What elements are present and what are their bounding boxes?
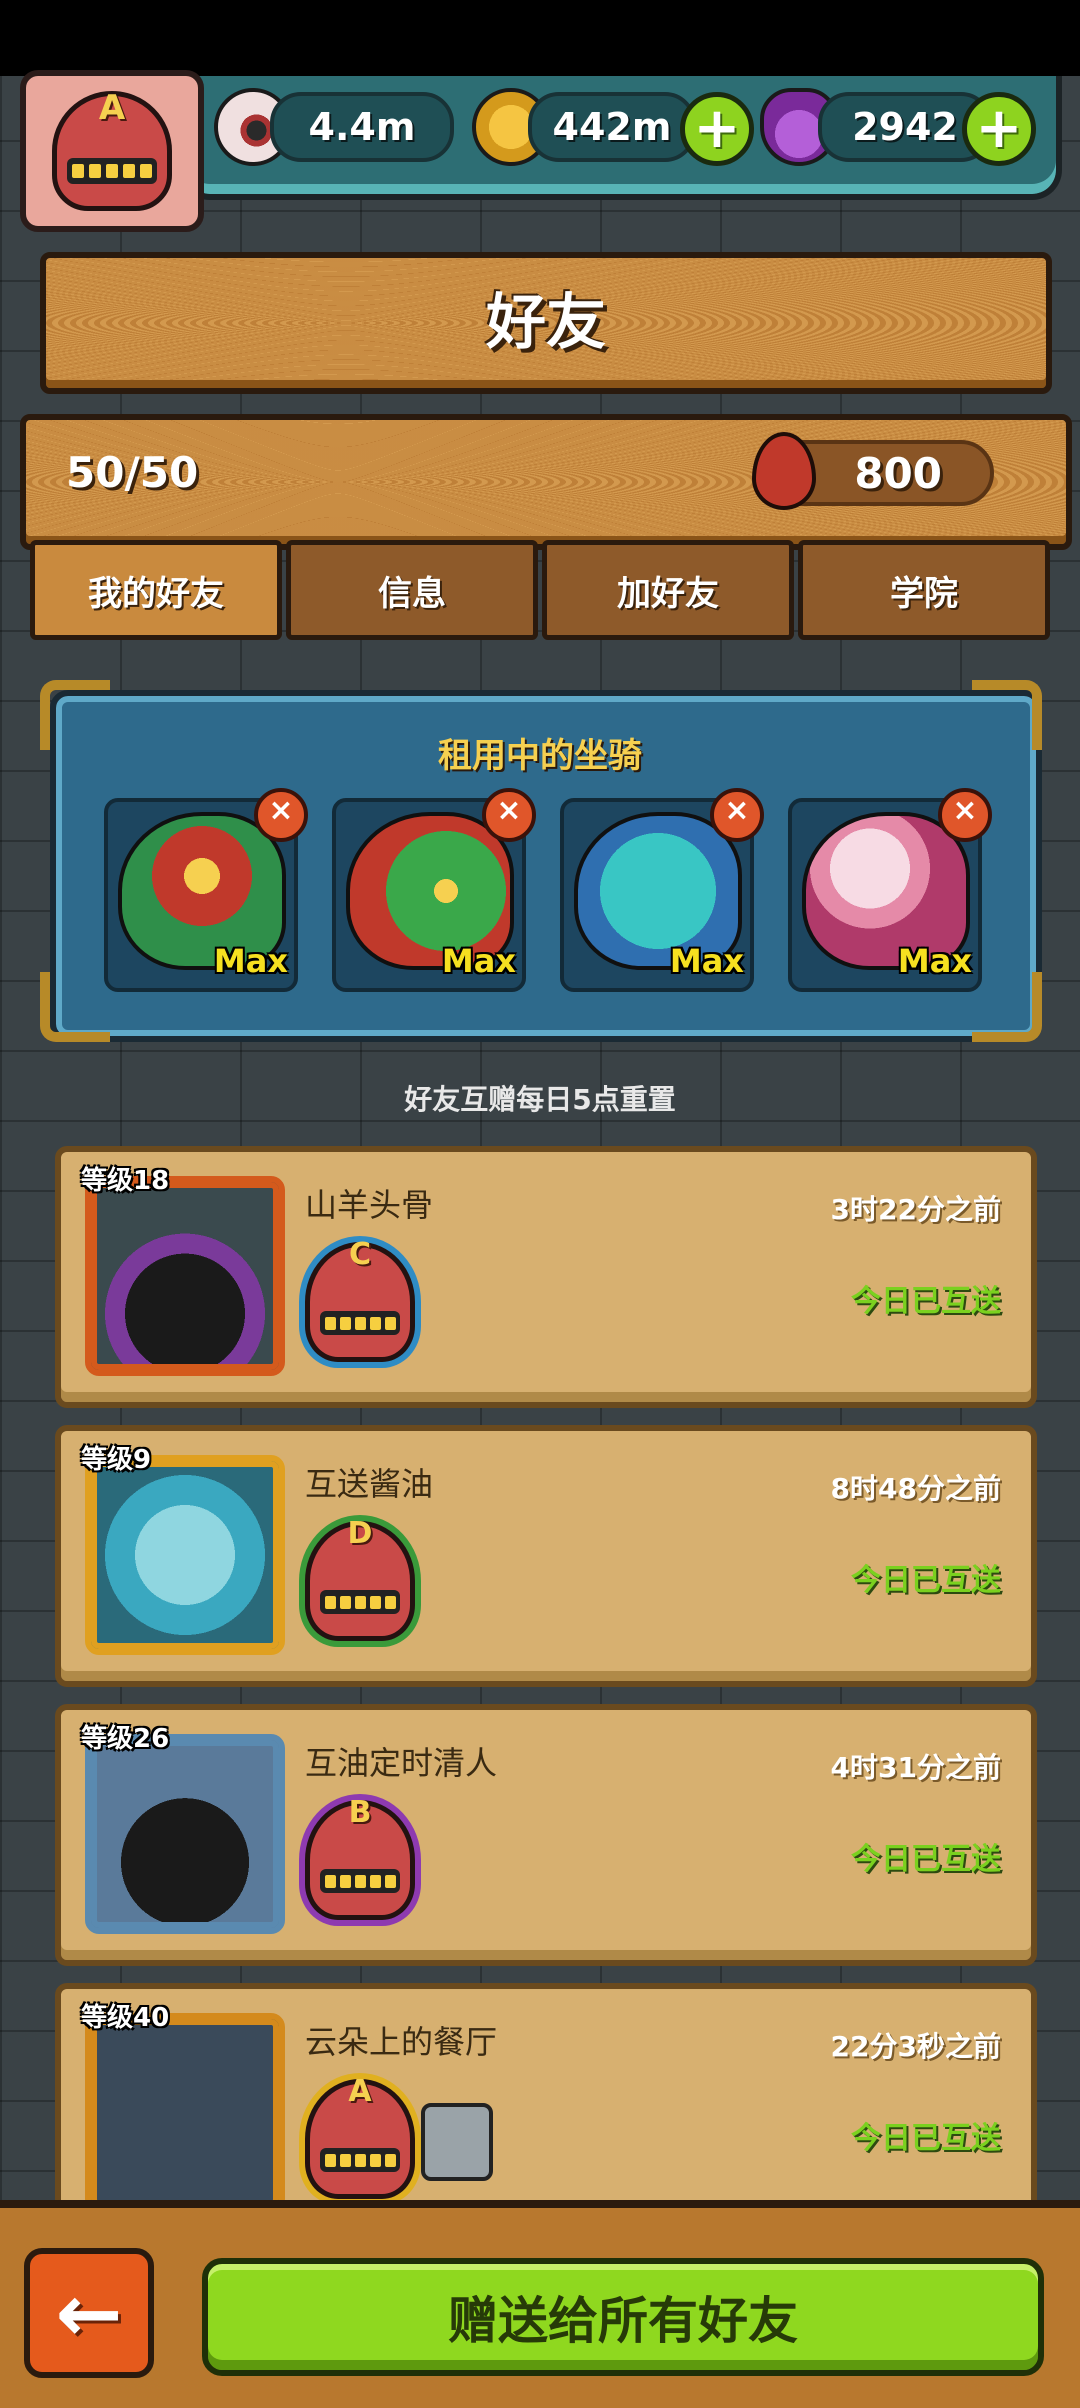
black-mouse-avatar [85,1734,285,1934]
friend-card[interactable]: 等级18 山羊头骨 3时22分之前 C 今日已互送 [55,1146,1037,1408]
page-title: 好友 [486,288,606,358]
friend-count: 50/50 [66,448,199,497]
coin-amount-text: 442m [552,105,672,149]
tab-my-friends[interactable]: 我的好友 [30,540,282,640]
gift-all-friends-button[interactable]: 赠送给所有好友 [202,2258,1044,2376]
arrow-left-icon: ← [55,2266,123,2360]
mount-slot[interactable]: Max × [332,788,536,992]
tab-add-friend[interactable]: 加好友 [542,540,794,640]
last-online-time: 8时48分之前 [830,1472,1001,1505]
tic-tac-toe-avatar [85,2013,285,2213]
blood-points-value: 800 [854,448,942,498]
friend-rank-letter: A [348,2074,372,2109]
friend-name: 互送酱油 [305,1465,434,1503]
bubble-fish-avatar [85,1455,285,1655]
mount-slot[interactable]: Max × [788,788,992,992]
back-button[interactable]: ← [24,2248,154,2378]
last-online-time: 3时22分之前 [830,1193,1001,1226]
last-online-time: 22分3秒之前 [830,2030,1001,2063]
eyeball-amount: 4.4m [270,92,454,162]
mount-level: Max [669,942,744,980]
mount-level: Max [441,942,516,980]
rank-pot-icon: A [52,88,172,211]
friend-name: 山羊头骨 [305,1186,434,1224]
title-plank: 好友 [40,252,1052,394]
friend-rank-icon: D [305,1516,415,1641]
reset-note: 好友互赠每日5点重置 [404,1083,676,1116]
robot-icon [421,2103,493,2181]
purple-beanie-avatar [85,1176,285,1376]
friend-rank-letter: D [347,1516,373,1551]
gift-status: 今日已互送 [851,2121,1001,2156]
friend-rank-icon: A [305,2074,415,2199]
last-online-time: 4时31分之前 [830,1751,1001,1784]
add-potion-button[interactable]: + [962,92,1036,166]
friend-rank-icon: B [305,1795,415,1920]
friend-level: 等级40 [81,2003,170,2033]
friend-rank-letter: C [348,1237,372,1272]
gift-all-label: 赠送给所有好友 [448,2292,798,2350]
add-coin-button[interactable]: + [680,92,754,166]
potion-amount-text: 2942 [852,105,958,149]
tab-messages[interactable]: 信息 [286,540,538,640]
gift-status: 今日已互送 [851,1284,1001,1319]
remove-mount-button[interactable]: × [938,788,992,842]
mount-slot[interactable]: Max × [104,788,308,992]
mount-level: Max [213,942,288,980]
coin-amount: 442m [528,92,696,162]
tab-label: 信息 [378,573,446,614]
friend-level: 等级26 [81,1724,170,1754]
status-bar [0,0,1080,76]
friend-card[interactable]: 等级9 互送酱油 8时48分之前 D 今日已互送 [55,1425,1037,1687]
tab-bar: 我的好友 信息 加好友 学院 [30,540,1050,640]
tab-label: 加好友 [617,573,719,614]
friend-card[interactable]: 等级26 互油定时清人 4时31分之前 B 今日已互送 [55,1704,1037,1966]
player-rank-badge[interactable]: A [20,70,204,232]
remove-mount-button[interactable]: × [482,788,536,842]
friend-rank-letter: B [348,1795,372,1830]
gift-status: 今日已互送 [851,1842,1001,1877]
friend-level: 等级18 [81,1166,170,1196]
gift-status: 今日已互送 [851,1563,1001,1598]
friend-rank-icon: C [305,1237,415,1362]
remove-mount-button[interactable]: × [710,788,764,842]
eyeball-amount-text: 4.4m [308,105,416,149]
player-rank-letter: A [98,88,126,128]
remove-mount-button[interactable]: × [254,788,308,842]
tab-academy[interactable]: 学院 [798,540,1050,640]
friend-name: 互油定时清人 [305,1744,498,1782]
rented-mounts-title: 租用中的坐骑 [438,736,642,776]
mount-level: Max [897,942,972,980]
friend-level: 等级9 [81,1445,152,1475]
panel-corner [972,972,1042,1042]
mount-slot[interactable]: Max × [560,788,764,992]
friend-name: 云朵上的餐厅 [305,2023,498,2061]
panel-corner [40,972,110,1042]
tab-label: 我的好友 [88,573,224,614]
tab-label: 学院 [890,573,958,614]
